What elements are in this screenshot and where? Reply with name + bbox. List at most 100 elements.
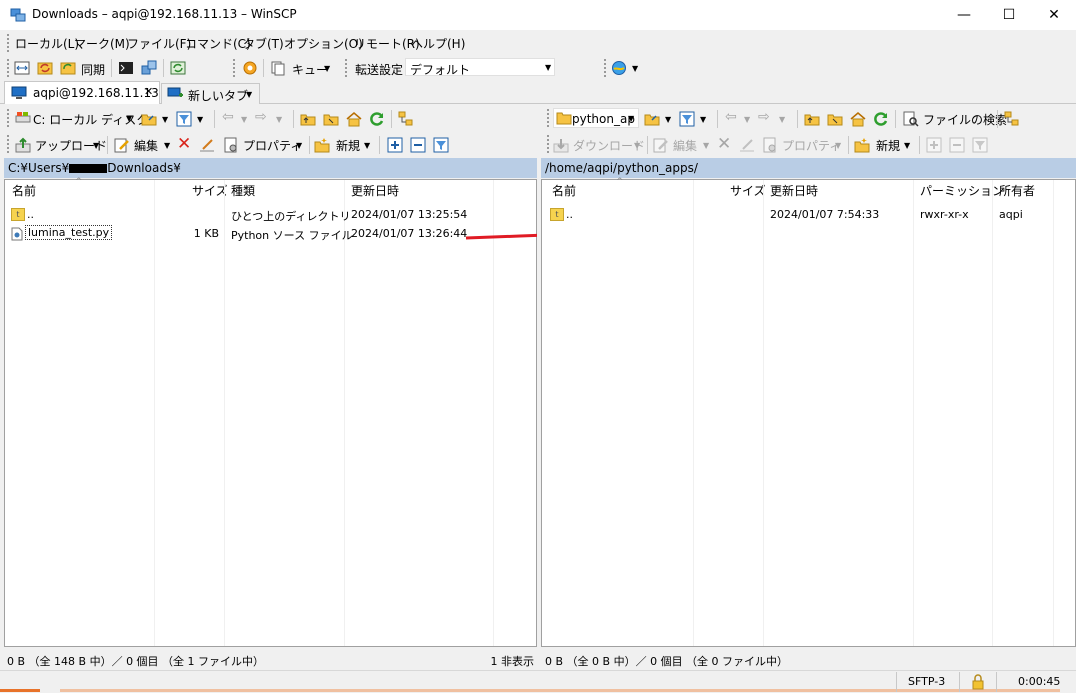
col-owner[interactable]: 所有者 xyxy=(999,180,1035,202)
root-directory-icon[interactable] xyxy=(827,111,843,127)
menu-options[interactable]: オプション(O) xyxy=(284,35,363,52)
menu-grip[interactable] xyxy=(7,34,12,52)
table-row[interactable]: t .. 2024/01/07 7:54:33 rwxr-xr-x aqpi xyxy=(542,205,1075,224)
new-folder-icon[interactable] xyxy=(314,137,330,153)
rename-icon[interactable] xyxy=(199,137,215,153)
chevron-down-icon[interactable]: ▼ xyxy=(296,141,302,150)
chevron-down-icon[interactable]: ▼ xyxy=(364,141,370,150)
toolbar-grip[interactable] xyxy=(7,135,12,153)
new-folder-icon[interactable] xyxy=(854,137,870,153)
chevron-down-icon[interactable]: ▼ xyxy=(162,115,168,124)
back-arrow-icon[interactable]: ⇦ xyxy=(222,109,234,125)
queue-label[interactable]: キュー xyxy=(292,61,328,78)
toolbar-grip[interactable] xyxy=(345,59,350,77)
col-name[interactable]: 名前 xyxy=(552,180,576,202)
forward-arrow-icon[interactable]: ⇨ xyxy=(255,109,267,125)
putty-icon[interactable] xyxy=(141,60,157,76)
chevron-down-icon[interactable]: ▼ xyxy=(700,115,706,124)
table-row[interactable]: t .. ひとつ上のディレクトリ 2024/01/07 13:25:54 xyxy=(5,205,536,224)
upload-icon[interactable] xyxy=(15,137,31,153)
menu-command[interactable]: コマンド(C) xyxy=(185,35,251,52)
lock-icon[interactable] xyxy=(970,674,986,690)
chevron-down-icon[interactable]: ▼ xyxy=(197,115,203,124)
col-size[interactable]: サイズ xyxy=(192,180,228,202)
terminal-icon[interactable] xyxy=(118,60,134,76)
minimize-button[interactable]: — xyxy=(941,0,987,30)
menu-help[interactable]: ヘルプ(H) xyxy=(411,35,465,52)
filter-icon[interactable] xyxy=(679,111,695,127)
remote-path-bar[interactable]: /home/aqpi/python_apps/ xyxy=(541,158,1076,178)
filter-icon[interactable] xyxy=(433,137,449,153)
filter-icon[interactable] xyxy=(176,111,192,127)
menu-file[interactable]: ファイル(F) xyxy=(127,35,191,52)
local-file-list[interactable]: 名前 ^ サイズ 種類 更新日時 t .. ひとつ上のディレクトリ 2024/0… xyxy=(4,177,537,647)
local-path-bar[interactable]: C:¥Users¥ Downloads¥ xyxy=(4,158,537,178)
toolbar-grip[interactable] xyxy=(7,59,12,77)
chevron-down-icon[interactable]: ▼ xyxy=(904,141,910,150)
chevron-down-icon[interactable]: ▼ xyxy=(246,90,252,99)
col-name[interactable]: 名前 xyxy=(12,180,36,202)
remote-file-list[interactable]: 名前 ^ サイズ 更新日時 パーミッション 所有者 t .. 2024/01/0… xyxy=(541,177,1076,647)
find-files-icon[interactable] xyxy=(903,111,919,127)
update-globe-icon[interactable] xyxy=(611,60,627,76)
menu-remote[interactable]: リモート(R) xyxy=(354,35,420,52)
toolbar-grip[interactable] xyxy=(547,109,552,127)
chevron-down-icon[interactable]: ▼ xyxy=(276,115,282,124)
gear-icon[interactable] xyxy=(242,60,258,76)
unselect-files-icon[interactable] xyxy=(949,137,965,153)
edit-icon[interactable] xyxy=(653,137,669,153)
close-button[interactable]: ✕ xyxy=(1031,0,1076,30)
unselect-files-icon[interactable] xyxy=(410,137,426,153)
menu-tab[interactable]: タブ(T) xyxy=(243,35,284,52)
root-directory-icon[interactable] xyxy=(323,111,339,127)
find-files-button[interactable]: ファイルの検索 xyxy=(923,111,1007,128)
synchronize-browsing-icon[interactable] xyxy=(37,60,53,76)
local-hidden-count[interactable]: 1 非表示 xyxy=(491,653,535,669)
delete-icon[interactable]: ✕ xyxy=(177,134,191,154)
tab-new[interactable]: 新しいタブ ▼ xyxy=(161,83,260,104)
parent-directory-icon[interactable] xyxy=(300,111,316,127)
properties-button[interactable]: プロパティ xyxy=(782,137,841,154)
maximize-button[interactable]: ☐ xyxy=(986,0,1032,30)
menu-mark[interactable]: マーク(M) xyxy=(74,35,130,52)
edit-button[interactable]: 編集 xyxy=(673,137,697,154)
table-row[interactable]: lumina_test.py 1 KB Python ソース ファイル 2024… xyxy=(5,224,536,243)
properties-button[interactable]: プロパティ xyxy=(243,137,302,154)
tree-view-icon[interactable] xyxy=(1004,111,1020,127)
edit-button[interactable]: 編集 xyxy=(134,137,158,154)
filter-icon[interactable] xyxy=(972,137,988,153)
transfer-preset-select[interactable]: デフォルト ▼ xyxy=(405,58,555,77)
open-folder-icon[interactable] xyxy=(644,111,660,127)
close-tab-icon[interactable]: ✕ xyxy=(144,85,153,98)
remote-folder-select[interactable]: python_ap ▼ xyxy=(553,108,639,128)
parent-directory-icon[interactable] xyxy=(804,111,820,127)
toolbar-grip[interactable] xyxy=(604,59,609,77)
download-icon[interactable] xyxy=(553,137,569,153)
col-type[interactable]: 種類 xyxy=(231,180,255,202)
chevron-down-icon[interactable]: ▼ xyxy=(779,115,785,124)
chevron-down-icon[interactable]: ▼ xyxy=(241,115,247,124)
toolbar-grip[interactable] xyxy=(7,109,12,127)
edit-icon[interactable] xyxy=(114,137,130,153)
queue-dropdown-icon[interactable]: ▼ xyxy=(324,64,330,73)
toolbar-grip[interactable] xyxy=(547,135,552,153)
properties-icon[interactable] xyxy=(223,137,239,153)
delete-icon[interactable]: ✕ xyxy=(717,134,731,154)
new-button[interactable]: 新規 xyxy=(336,137,360,154)
rename-icon[interactable] xyxy=(739,137,755,153)
forward-arrow-icon[interactable]: ⇨ xyxy=(758,109,770,125)
synchronize-icon[interactable] xyxy=(60,60,76,76)
chevron-down-icon[interactable]: ▼ xyxy=(703,141,709,150)
chevron-down-icon[interactable]: ▼ xyxy=(164,141,170,150)
chevron-down-icon[interactable]: ▼ xyxy=(744,115,750,124)
chevron-down-icon[interactable]: ▼ xyxy=(93,141,99,150)
chevron-down-icon[interactable]: ▼ xyxy=(835,141,841,150)
chevron-down-icon[interactable]: ▼ xyxy=(632,64,638,73)
synchronize-label[interactable]: 同期 xyxy=(81,61,105,78)
properties-icon[interactable] xyxy=(762,137,778,153)
tree-view-icon[interactable] xyxy=(398,111,414,127)
col-modified[interactable]: 更新日時 xyxy=(351,180,399,202)
toolbar-grip[interactable] xyxy=(233,59,238,77)
refresh-icon[interactable] xyxy=(369,111,385,127)
local-drive-select[interactable]: C: ローカル ディスク ▼ xyxy=(13,108,148,128)
